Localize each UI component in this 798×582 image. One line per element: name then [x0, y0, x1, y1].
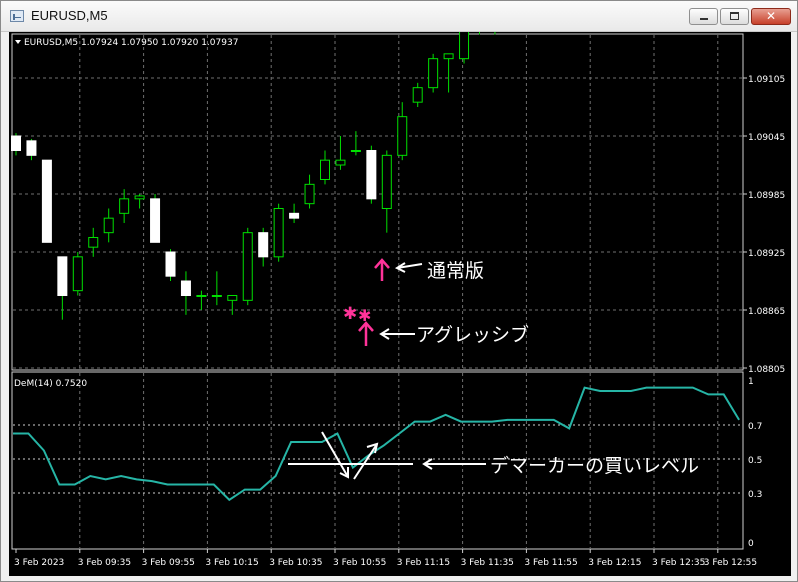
candle-body	[304, 183, 315, 205]
candle-body	[443, 53, 454, 60]
price-label: 1.08925	[748, 249, 785, 259]
candle-body	[428, 58, 439, 89]
candle-body	[119, 198, 130, 214]
candle-body	[41, 159, 52, 243]
candle-body	[165, 251, 176, 277]
maximize-button[interactable]	[720, 8, 749, 25]
time-label: 3 Feb 12:35	[652, 558, 705, 568]
price-label: 1.08865	[748, 307, 785, 317]
buy-level-annotation: デマーカーの買いレベル	[490, 455, 699, 477]
candle	[150, 194, 161, 243]
time-label: 3 Feb 09:55	[142, 558, 195, 568]
minimize-icon	[700, 18, 708, 20]
time-label: 3 Feb 10:35	[269, 558, 322, 568]
candle-body	[26, 140, 37, 156]
price-label: 1.09045	[748, 133, 785, 143]
candle-body	[72, 256, 83, 292]
candle-body	[258, 232, 269, 258]
candle	[366, 145, 377, 204]
maximize-icon	[730, 12, 739, 20]
candle-body	[180, 280, 191, 296]
indicator-label: DeM(14) 0.7520	[14, 379, 87, 389]
chart-background	[9, 32, 791, 576]
time-label: 3 Feb 10:15	[205, 558, 258, 568]
signal-stars: ✱ ✱	[343, 304, 371, 325]
chart-window: EURUSD,M5 ✕ 1.093451.092851.092251.09166…	[0, 0, 798, 582]
candle-body	[134, 195, 145, 200]
candle-body	[381, 154, 392, 210]
candle-body	[211, 295, 222, 297]
close-icon: ✕	[765, 9, 777, 23]
candle-body	[196, 295, 207, 297]
candle-body	[273, 208, 284, 258]
candle	[242, 227, 253, 306]
window-title: EURUSD,M5	[31, 8, 108, 23]
time-label: 3 Feb 09:35	[78, 558, 131, 568]
candle-body	[227, 295, 238, 301]
time-label: 3 Feb 2023	[14, 558, 64, 568]
price-label: 1.08805	[748, 365, 785, 375]
star-icon: ✱	[343, 304, 357, 324]
candle-body	[103, 217, 114, 234]
candle-body	[350, 150, 361, 152]
time-label: 3 Feb 10:55	[333, 558, 386, 568]
price-label: 1.08985	[748, 191, 785, 201]
title-bar[interactable]: EURUSD,M5 ✕	[1, 1, 797, 32]
aggressive-version-label: アグレッシブ	[416, 323, 529, 346]
candle-body	[289, 212, 300, 219]
candle-body	[459, 32, 470, 60]
candle-body	[412, 87, 423, 103]
time-label: 3 Feb 12:55	[704, 558, 757, 568]
candle-body	[397, 116, 408, 156]
candle-body	[366, 150, 377, 200]
candle	[72, 252, 83, 296]
dem-level-label: 0	[748, 539, 754, 549]
dem-level-label: 0.7	[748, 422, 762, 432]
minimize-button[interactable]	[689, 8, 718, 25]
chart-window-icon	[10, 10, 24, 22]
chart-area[interactable]: 1.093451.092851.092251.091661.091051.090…	[9, 32, 791, 576]
candle	[459, 32, 470, 64]
candle	[428, 53, 439, 93]
dem-level-label: 1	[748, 377, 754, 387]
dem-level-label: 0.3	[748, 490, 762, 500]
candle-body	[242, 232, 253, 301]
candle-body	[335, 159, 346, 166]
time-label: 3 Feb 11:35	[461, 558, 514, 568]
candle-body	[150, 198, 161, 243]
price-label: 1.09105	[748, 75, 785, 85]
candle-body	[57, 256, 68, 296]
close-button[interactable]: ✕	[751, 8, 791, 25]
star-icon: ✱	[358, 306, 371, 325]
time-label: 3 Feb 11:55	[524, 558, 577, 568]
time-label: 3 Feb 11:15	[397, 558, 450, 568]
regular-version-label: 通常版	[427, 260, 484, 282]
candle	[273, 203, 284, 262]
candle-body	[11, 135, 21, 151]
candle	[165, 249, 176, 281]
candle-body	[320, 159, 330, 181]
dem-level-label: 0.5	[748, 456, 762, 466]
candle-body	[88, 237, 99, 248]
symbol-info: EURUSD,M5 1.07924 1.07950 1.07920 1.0793…	[24, 38, 238, 48]
candle	[41, 159, 52, 243]
time-label: 3 Feb 12:15	[588, 558, 641, 568]
